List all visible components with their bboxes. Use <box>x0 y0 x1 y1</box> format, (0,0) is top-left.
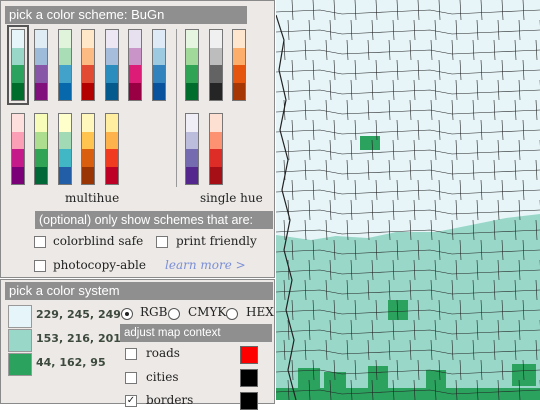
cities-label: cities <box>146 370 179 384</box>
color-value-3: 44, 162, 95 <box>36 356 106 369</box>
scheme-ramp-r2-7[interactable] <box>209 113 223 185</box>
scheme-panel-title: pick a color scheme: BuGn <box>5 6 247 24</box>
scheme-ramp-r1-8[interactable] <box>185 29 199 101</box>
color-value-2: 153, 216, 201 <box>36 332 121 345</box>
borders-label: borders <box>146 393 194 407</box>
rgb-radio[interactable] <box>121 308 133 320</box>
borders-color-picker[interactable] <box>240 392 258 410</box>
scheme-ramp-r2-3[interactable] <box>58 113 72 185</box>
scheme-ramp-r1-4[interactable] <box>81 29 95 101</box>
scheme-ramp-r1-6[interactable] <box>128 29 142 101</box>
scheme-ramp-r2-4[interactable] <box>81 113 95 185</box>
section-divider <box>176 29 177 187</box>
color-value-1: 229, 245, 249 <box>36 308 121 321</box>
selected-scheme-highlight <box>7 25 29 105</box>
cities-checkbox[interactable] <box>125 372 137 384</box>
scheme-ramp-r1-3[interactable] <box>58 29 72 101</box>
scheme-ramp-r2-6[interactable] <box>185 113 199 185</box>
hex-radio[interactable] <box>226 308 238 320</box>
context-panel-title: adjust map context <box>120 324 272 342</box>
scheme-ramp-r2-5[interactable] <box>105 113 119 185</box>
rgb-label: RGB <box>140 305 168 319</box>
roads-checkbox[interactable] <box>125 348 137 360</box>
learn-more-link[interactable]: learn more > <box>165 258 246 272</box>
system-panel: pick a color system 229, 245, 249 153, 2… <box>0 279 275 410</box>
cmyk-radio[interactable] <box>168 308 180 320</box>
cities-color-picker[interactable] <box>240 369 258 387</box>
system-panel-title: pick a color system <box>5 282 273 300</box>
scheme-ramp-r1-2[interactable] <box>34 29 48 101</box>
scheme-ramp-r1-9[interactable] <box>209 29 223 101</box>
color-swatch-2 <box>8 329 32 352</box>
colorblind-safe-checkbox[interactable] <box>34 236 46 248</box>
print-friendly-label: print friendly <box>176 234 257 248</box>
scheme-ramp-r1-5[interactable] <box>105 29 119 101</box>
color-swatch-3 <box>8 353 32 376</box>
filter-title: (optional) only show schemes that are: <box>35 211 273 229</box>
scheme-ramp-r1-10[interactable] <box>232 29 246 101</box>
roads-color-picker[interactable] <box>240 346 258 364</box>
scheme-panel: pick a color scheme: BuGn multihue singl… <box>0 0 275 278</box>
borders-checkbox[interactable]: ✓ <box>125 395 137 407</box>
singlehue-label: single hue <box>200 191 263 205</box>
roads-label: roads <box>146 346 180 360</box>
photocopy-checkbox[interactable] <box>34 260 46 272</box>
county-map[interactable] <box>276 0 540 400</box>
print-friendly-checkbox[interactable] <box>156 236 168 248</box>
color-swatch-1 <box>8 305 32 328</box>
scheme-ramp-r2-1[interactable] <box>11 113 25 185</box>
scheme-ramp-r2-2[interactable] <box>34 113 48 185</box>
colorblind-safe-label: colorblind safe <box>53 234 144 248</box>
scheme-ramp-r1-7[interactable] <box>152 29 166 101</box>
hex-label: HEX <box>246 305 274 319</box>
photocopy-label: photocopy-able <box>53 258 146 272</box>
multihue-label: multihue <box>65 191 120 205</box>
cmyk-label: CMYK <box>188 305 227 319</box>
